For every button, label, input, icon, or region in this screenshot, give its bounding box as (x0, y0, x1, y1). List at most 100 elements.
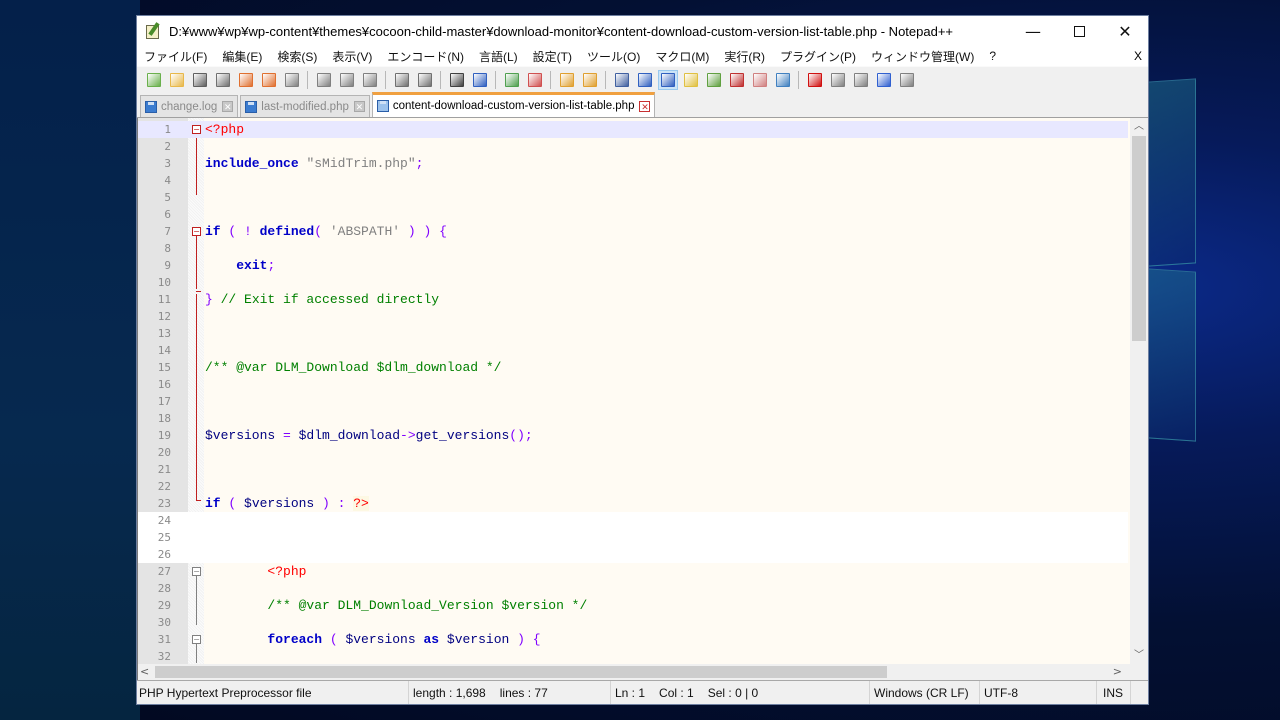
vertical-scrollbar[interactable]: ︿ ﹀ (1130, 118, 1148, 664)
code-line[interactable]: 31 − foreach ( $versions as $version ) { (138, 631, 1128, 648)
code-line[interactable]: 9 exit; (138, 257, 1128, 274)
sync-horizontal-button[interactable] (580, 70, 600, 90)
code-line[interactable]: 1 − <?php (138, 121, 1128, 138)
paste-button[interactable] (360, 70, 380, 90)
word-wrap-button[interactable] (612, 70, 632, 90)
code-line[interactable]: 27 − <?php (138, 563, 1128, 580)
find-button[interactable] (447, 70, 467, 90)
vertical-scroll-thumb[interactable] (1132, 136, 1146, 341)
play-macro-button[interactable] (851, 70, 871, 90)
maximize-button[interactable] (1056, 16, 1102, 46)
tab-close-icon[interactable]: ✕ (222, 101, 234, 112)
code-line[interactable]: 14 (138, 342, 1128, 359)
code-line[interactable]: 20 (138, 444, 1128, 461)
scroll-up-arrow-icon[interactable]: ︿ (1130, 118, 1148, 135)
close-document-button[interactable]: X (1128, 49, 1148, 63)
menu-item[interactable]: プラグイン(P) (773, 48, 864, 65)
scroll-left-arrow-icon[interactable]: < (140, 664, 149, 680)
tab-close-icon[interactable]: ✕ (353, 101, 365, 112)
file-tab[interactable]: change.log ✕ (140, 95, 239, 117)
new-file-button[interactable] (144, 70, 164, 90)
code-line[interactable]: 13 (138, 325, 1128, 342)
minimize-button[interactable]: — (1010, 16, 1056, 46)
tab-close-icon[interactable]: ✕ (639, 100, 651, 112)
scroll-right-arrow-icon[interactable]: > (1113, 664, 1122, 680)
menu-item[interactable]: 実行(R) (717, 48, 773, 65)
code-editor[interactable]: 1− <?php 2 3 include_once "sMidTrim.php"; 4 5 6… (137, 118, 1148, 680)
menu-item[interactable]: エンコード(N) (380, 48, 472, 65)
stop-record-button[interactable] (828, 70, 848, 90)
menu-item[interactable]: ウィンドウ管理(W) (864, 48, 982, 65)
code-line[interactable]: 30 (138, 614, 1128, 631)
redo-button[interactable] (415, 70, 435, 90)
code-line[interactable]: 12 (138, 308, 1128, 325)
status-eol[interactable]: Windows (CR LF) (870, 681, 980, 704)
status-insert-mode[interactable]: INS (1097, 681, 1131, 704)
code-line[interactable]: 4 (138, 172, 1128, 189)
file-tab[interactable]: last-modified.php ✕ (240, 95, 370, 117)
menu-item[interactable]: ? (982, 49, 1004, 63)
save-macro-button[interactable] (897, 70, 917, 90)
code-lines[interactable]: 1− <?php 2 3 include_once "sMidTrim.php"; 4 5 6… (138, 121, 1128, 665)
code-line[interactable]: 7 − if ( ! defined( 'ABSPATH' ) ) { (138, 223, 1128, 240)
menu-item[interactable]: ファイル(F) (137, 48, 215, 65)
code-line[interactable]: 10 (138, 274, 1128, 291)
open-file-button[interactable] (167, 70, 187, 90)
menu-item[interactable]: 編集(E) (215, 48, 270, 65)
code-line[interactable]: 19 $versions = $dlm_download->get_version… (138, 427, 1128, 444)
monitoring-button[interactable] (773, 70, 793, 90)
menu-item[interactable]: ツール(O) (580, 48, 648, 65)
fold-toggle-icon[interactable]: − (192, 227, 201, 236)
horizontal-scroll-thumb[interactable] (155, 666, 887, 678)
code-line[interactable]: 8 (138, 240, 1128, 257)
close-button[interactable] (236, 70, 256, 90)
fold-toggle-icon[interactable]: − (192, 567, 201, 576)
code-line[interactable]: 2 (138, 138, 1128, 155)
code-line[interactable]: 24 (138, 512, 1128, 529)
code-line[interactable]: 23 if ( $versions ) : ?> (138, 495, 1128, 512)
sync-vertical-button[interactable] (557, 70, 577, 90)
code-line[interactable]: 29 /** @var DLM_Download_Version $versio… (138, 597, 1128, 614)
code-line[interactable]: 6 (138, 206, 1128, 223)
scroll-down-arrow-icon[interactable]: ﹀ (1130, 647, 1148, 664)
undo-button[interactable] (392, 70, 412, 90)
horizontal-scrollbar[interactable]: < > (138, 664, 1148, 680)
file-tab[interactable]: content-download-custom-version-list-tab… (371, 92, 656, 117)
menu-item[interactable]: 検索(S) (270, 48, 325, 65)
function-list-button[interactable] (727, 70, 747, 90)
menu-item[interactable]: 設定(T) (526, 48, 580, 65)
code-line[interactable]: 11} // Exit if accessed directly (138, 291, 1128, 308)
fold-toggle-icon[interactable]: − (192, 635, 201, 644)
status-encoding[interactable]: UTF-8 (980, 681, 1097, 704)
doc-map-button[interactable] (704, 70, 724, 90)
save-all-button[interactable] (213, 70, 233, 90)
code-line[interactable]: 17 (138, 393, 1128, 410)
code-line[interactable]: 25 (138, 529, 1128, 546)
fold-toggle-icon[interactable]: − (192, 125, 201, 134)
code-line[interactable]: 22 (138, 478, 1128, 495)
folder-workspace-button[interactable] (750, 70, 770, 90)
code-line[interactable]: 3 include_once "sMidTrim.php"; (138, 155, 1128, 172)
save-button[interactable] (190, 70, 210, 90)
record-macro-button[interactable] (805, 70, 825, 90)
code-line[interactable]: 18 (138, 410, 1128, 427)
replace-button[interactable] (470, 70, 490, 90)
code-line[interactable]: 16 (138, 376, 1128, 393)
code-line[interactable]: 28 (138, 580, 1128, 597)
cut-button[interactable] (314, 70, 334, 90)
zoom-in-button[interactable] (502, 70, 522, 90)
run-macro-multiple-button[interactable] (874, 70, 894, 90)
menu-item[interactable]: 表示(V) (325, 48, 380, 65)
code-line[interactable]: 5 (138, 189, 1128, 206)
code-line[interactable]: 26 (138, 546, 1128, 563)
menu-item[interactable]: マクロ(M) (648, 48, 717, 65)
menu-item[interactable]: 言語(L) (472, 48, 526, 65)
indent-guide-button[interactable] (657, 69, 678, 90)
close-window-button[interactable]: ✕ (1102, 16, 1148, 46)
code-line[interactable]: 15 /** @var DLM_Download $dlm_download */ (138, 359, 1128, 376)
copy-button[interactable] (337, 70, 357, 90)
close-all-button[interactable] (259, 70, 279, 90)
show-all-chars-button[interactable] (635, 70, 655, 90)
language-button[interactable] (681, 70, 701, 90)
zoom-out-button[interactable] (525, 70, 545, 90)
